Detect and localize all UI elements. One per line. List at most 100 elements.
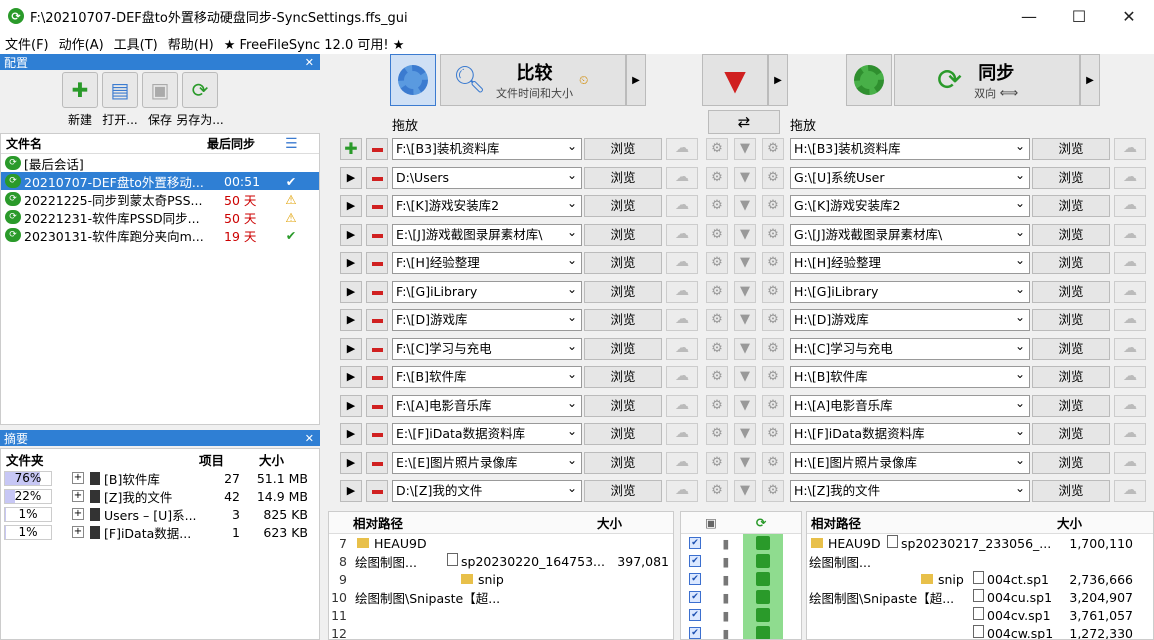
right-browse-button[interactable]: 浏览 bbox=[1032, 166, 1110, 189]
gear-icon[interactable]: ⚙ bbox=[762, 480, 784, 502]
table-row[interactable]: 7 HEAU9D bbox=[329, 534, 673, 552]
sync-direction-icon[interactable] bbox=[756, 626, 770, 639]
left-browse-button[interactable]: 浏览 bbox=[584, 166, 662, 189]
right-folder-input[interactable]: H:\[F]iData数据资料库 bbox=[790, 423, 1030, 445]
right-folder-input[interactable]: H:\[Z]我的文件 bbox=[790, 480, 1030, 502]
camera-icon[interactable]: ▣ bbox=[681, 515, 741, 530]
sync-direction-icon[interactable] bbox=[756, 590, 770, 604]
gear-icon[interactable]: ⚙ bbox=[706, 280, 728, 303]
compare-button[interactable]: 🔍︎ 比较 文件时间和大小 ⏲ bbox=[440, 54, 626, 106]
cloud-icon[interactable]: ☁ bbox=[1114, 394, 1146, 417]
gear-icon[interactable]: ⚙ bbox=[706, 423, 728, 445]
column-last-sync[interactable]: 最后同步 bbox=[207, 135, 285, 152]
remove-pair-icon[interactable] bbox=[366, 252, 388, 274]
right-folder-input[interactable]: G:\[J]游戏截图录屏素材库\ bbox=[790, 223, 1030, 246]
menu-tools[interactable]: 工具(T) bbox=[109, 34, 163, 53]
expand-icon[interactable]: + bbox=[72, 472, 84, 484]
right-browse-button[interactable]: 浏览 bbox=[1032, 195, 1110, 217]
cloud-icon[interactable]: ☁ bbox=[1114, 480, 1146, 502]
gear-icon[interactable]: ⚙ bbox=[706, 195, 728, 217]
cloud-icon[interactable]: ☁ bbox=[1114, 337, 1146, 360]
summary-row[interactable]: 1% + [F]iData数据... 1 623 KB bbox=[1, 523, 319, 541]
gear-icon[interactable]: ⚙ bbox=[706, 366, 728, 388]
left-browse-button[interactable]: 浏览 bbox=[584, 394, 662, 417]
right-browse-button[interactable]: 浏览 bbox=[1032, 337, 1110, 360]
right-browse-button[interactable]: 浏览 bbox=[1032, 366, 1110, 388]
cloud-icon[interactable]: ☁ bbox=[666, 337, 698, 360]
left-browse-button[interactable]: 浏览 bbox=[584, 451, 662, 474]
right-folder-input[interactable]: H:\[G]iLibrary bbox=[790, 280, 1030, 303]
gear-icon[interactable]: ⚙ bbox=[762, 366, 784, 388]
filter-dropdown-arrow[interactable]: ▶ bbox=[768, 54, 788, 106]
expand-arrow-icon[interactable]: ▶ bbox=[340, 166, 362, 189]
remove-pair-icon[interactable] bbox=[366, 166, 388, 189]
summary-row[interactable]: 76% + [B]软件库 27 51.1 MB bbox=[1, 469, 319, 487]
gear-icon[interactable]: ⚙ bbox=[762, 423, 784, 445]
left-browse-button[interactable]: 浏览 bbox=[584, 337, 662, 360]
gear-icon[interactable]: ⚙ bbox=[706, 451, 728, 474]
gear-icon[interactable]: ⚙ bbox=[762, 394, 784, 417]
remove-pair-icon[interactable] bbox=[366, 480, 388, 502]
cloud-icon[interactable]: ☁ bbox=[1114, 138, 1146, 160]
left-browse-button[interactable]: 浏览 bbox=[584, 195, 662, 217]
filter-icon[interactable]: ▼ bbox=[734, 366, 756, 388]
expand-arrow-icon[interactable]: ▶ bbox=[340, 280, 362, 303]
cloud-icon[interactable]: ☁ bbox=[1114, 309, 1146, 331]
left-folder-input[interactable]: F:\[D]游戏库 bbox=[392, 309, 582, 331]
config-row[interactable]: ⟳ 20230131-软件库跑分夹向m... 19 天 ✔ bbox=[1, 226, 319, 244]
action-row[interactable]: ✔ ▮ bbox=[681, 570, 801, 588]
table-row[interactable]: 12 bbox=[329, 624, 673, 640]
right-browse-button[interactable]: 浏览 bbox=[1032, 280, 1110, 303]
filter-icon[interactable]: ▼ bbox=[734, 166, 756, 189]
cloud-icon[interactable]: ☁ bbox=[666, 423, 698, 445]
expand-arrow-icon[interactable]: ▶ bbox=[340, 337, 362, 360]
gear-icon[interactable]: ⚙ bbox=[762, 337, 784, 360]
cloud-icon[interactable]: ☁ bbox=[1114, 280, 1146, 303]
left-folder-input[interactable]: F:\[K]游戏安装库2 bbox=[392, 195, 582, 217]
gear-icon[interactable]: ⚙ bbox=[706, 337, 728, 360]
menu-action[interactable]: 动作(A) bbox=[54, 34, 109, 53]
minimize-button[interactable]: — bbox=[1004, 0, 1054, 32]
sync-direction-icon[interactable] bbox=[756, 554, 770, 568]
remove-pair-icon[interactable] bbox=[366, 195, 388, 217]
include-checkbox[interactable]: ✔ bbox=[689, 627, 701, 639]
cloud-icon[interactable]: ☁ bbox=[666, 138, 698, 160]
left-browse-button[interactable]: 浏览 bbox=[584, 223, 662, 246]
gear-icon[interactable]: ⚙ bbox=[762, 195, 784, 217]
column-relative-path[interactable]: 相对路径 bbox=[329, 513, 597, 532]
right-folder-input[interactable]: G:\[U]系统User bbox=[790, 166, 1030, 189]
filter-button[interactable]: ▼ bbox=[702, 54, 768, 106]
column-folder[interactable]: 文件夹 bbox=[1, 450, 199, 469]
gear-icon[interactable]: ⚙ bbox=[706, 394, 728, 417]
table-row[interactable]: 11 bbox=[329, 606, 673, 624]
table-row[interactable]: 绘图制图\Snipaste【超... 004cu.sp1 3,204,907 bbox=[807, 588, 1153, 606]
gear-icon[interactable]: ⚙ bbox=[762, 280, 784, 303]
right-browse-button[interactable]: 浏览 bbox=[1032, 223, 1110, 246]
expand-arrow-icon[interactable]: ▶ bbox=[340, 195, 362, 217]
open-button[interactable]: ▤ 打开... bbox=[100, 72, 140, 128]
filter-icon[interactable]: ▼ bbox=[734, 480, 756, 502]
expand-icon[interactable]: + bbox=[72, 526, 84, 538]
filter-icon[interactable]: ▼ bbox=[734, 223, 756, 246]
close-button[interactable]: ✕ bbox=[1104, 0, 1154, 32]
include-checkbox[interactable]: ✔ bbox=[689, 609, 701, 621]
left-browse-button[interactable]: 浏览 bbox=[584, 423, 662, 445]
action-row[interactable]: ✔ ▮ bbox=[681, 534, 801, 552]
save-button[interactable]: ▣ 保存 bbox=[140, 72, 180, 128]
right-browse-button[interactable]: 浏览 bbox=[1032, 138, 1110, 160]
filter-icon[interactable]: ▼ bbox=[734, 337, 756, 360]
cloud-icon[interactable]: ☁ bbox=[1114, 252, 1146, 274]
cloud-icon[interactable]: ☁ bbox=[666, 195, 698, 217]
save-as-button[interactable]: ⟳ 另存为... bbox=[176, 72, 224, 128]
action-row[interactable]: ✔ ▮ bbox=[681, 624, 801, 639]
left-folder-input[interactable]: F:\[A]电影音乐库 bbox=[392, 394, 582, 417]
left-folder-input[interactable]: E:\[J]游戏截图录屏素材库\ bbox=[392, 223, 582, 246]
filter-icon[interactable]: ▼ bbox=[734, 394, 756, 417]
maximize-button[interactable]: ☐ bbox=[1054, 0, 1104, 32]
gear-icon[interactable]: ⚙ bbox=[762, 223, 784, 246]
gear-icon[interactable]: ⚙ bbox=[706, 252, 728, 274]
gear-icon[interactable]: ⚙ bbox=[762, 309, 784, 331]
action-row[interactable]: ✔ ▮ bbox=[681, 606, 801, 624]
left-folder-input[interactable]: F:\[H]经验整理 bbox=[392, 252, 582, 274]
remove-pair-icon[interactable] bbox=[366, 309, 388, 331]
